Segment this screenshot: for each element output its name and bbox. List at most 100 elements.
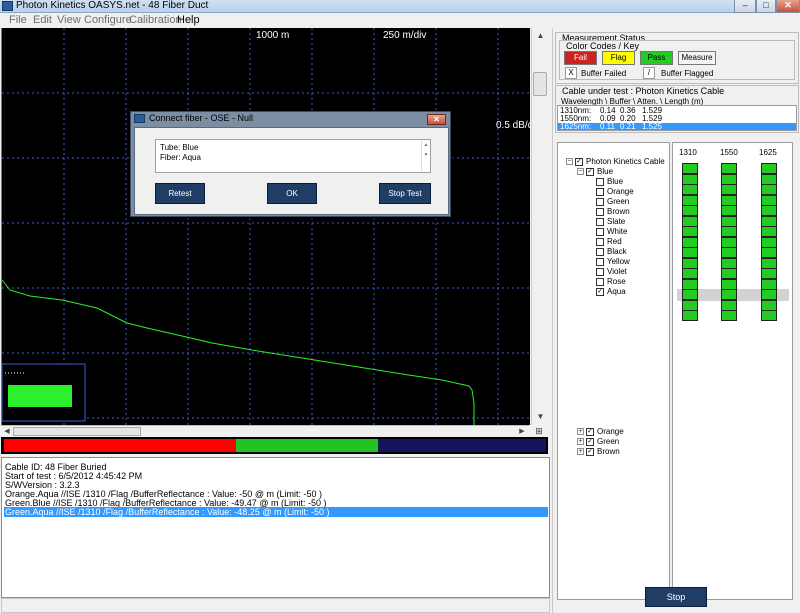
cable-tree[interactable]: − ✓ Photon Kinetics Cable − ✓ Blue Blue O…	[557, 142, 670, 600]
fiber-cell-pass[interactable]	[761, 268, 777, 279]
fiber-cell-pass[interactable]	[682, 163, 698, 174]
dialog-close-icon[interactable]: ✕	[427, 114, 446, 125]
checkbox-icon[interactable]	[596, 178, 604, 186]
graph-vscroll-thumb[interactable]	[533, 72, 547, 96]
fiber-cell-pass[interactable]	[682, 278, 698, 290]
fiber-cell-pass[interactable]	[761, 184, 777, 195]
fiber-cell-pass[interactable]	[682, 289, 698, 300]
menu-help[interactable]: Help	[177, 14, 200, 27]
fiber-cell-pass[interactable]	[761, 173, 777, 185]
checkbox-icon[interactable]	[596, 238, 604, 246]
log-horizontal-scrollbar[interactable]	[1, 598, 550, 613]
scroll-right-arrow-icon[interactable]: ▶	[516, 426, 528, 437]
fiber-cell-pass[interactable]	[761, 215, 777, 227]
expand-icon[interactable]: +	[577, 438, 584, 445]
fiber-cell-pass[interactable]	[721, 173, 737, 185]
close-button[interactable]: ✕	[776, 0, 800, 13]
checkbox-checked-icon[interactable]: ✓	[586, 448, 594, 456]
fiber-cell-pass[interactable]	[761, 236, 777, 248]
fiber-cell-pass[interactable]	[721, 247, 737, 258]
menu-file[interactable]: File	[9, 14, 27, 27]
fiber-cell-pass[interactable]	[682, 257, 698, 269]
checkbox-icon[interactable]	[596, 198, 604, 206]
fiber-cell-pass[interactable]	[682, 268, 698, 279]
fiber-cell-pass[interactable]	[721, 226, 737, 237]
collapse-icon[interactable]: −	[566, 158, 573, 165]
collapse-icon[interactable]: −	[577, 168, 584, 175]
checkbox-icon[interactable]	[596, 218, 604, 226]
fiber-cell-pass[interactable]	[682, 205, 698, 216]
fiber-cell-pass[interactable]	[761, 278, 777, 290]
fiber-cell-pass[interactable]	[682, 173, 698, 185]
fiber-cell-pass[interactable]	[682, 184, 698, 195]
fiber-cell-pass[interactable]	[721, 299, 737, 311]
fiber-status-grid[interactable]: 1310 1550 1625	[672, 142, 793, 600]
fiber-cell-pass[interactable]	[761, 289, 777, 300]
checkbox-icon[interactable]	[596, 188, 604, 196]
fiber-cell-pass[interactable]	[721, 236, 737, 248]
scroll-up-arrow-icon[interactable]: ▲	[532, 28, 549, 44]
fiber-cell-pass[interactable]	[761, 194, 777, 206]
checkbox-checked-icon[interactable]: ✓	[575, 158, 583, 166]
scroll-left-arrow-icon[interactable]: ◀	[1, 426, 13, 437]
fiber-cell-pass[interactable]	[682, 215, 698, 227]
fiber-cell-pass[interactable]	[761, 310, 777, 321]
fiber-cell-pass[interactable]	[682, 299, 698, 311]
cable-row-selected[interactable]: 1625nm: 0.11 0.21 1.525	[558, 123, 796, 130]
fiber-cell-pass[interactable]	[721, 310, 737, 321]
fiber-cell-pass[interactable]	[682, 226, 698, 237]
fiber-cell-pass[interactable]	[682, 310, 698, 321]
checkbox-icon[interactable]	[596, 248, 604, 256]
otdr-trace-canvas[interactable]	[2, 28, 530, 425]
otdr-graph[interactable]: 1000 m 250 m/div 0.5 dB/div	[1, 28, 530, 425]
fiber-cell-pass[interactable]	[682, 236, 698, 248]
expand-icon[interactable]: +	[577, 428, 584, 435]
fiber-cell-pass[interactable]	[721, 257, 737, 269]
checkbox-checked-icon[interactable]: ✓	[586, 438, 594, 446]
checkbox-checked-icon[interactable]: ✓	[586, 168, 594, 176]
checkbox-icon[interactable]	[596, 228, 604, 236]
checkbox-checked-icon[interactable]: ✓	[586, 428, 594, 436]
cable-row[interactable]: 1550nm: 0.09 0.20 1.529	[558, 115, 796, 123]
scroll-down-arrow-icon[interactable]: ▼	[532, 409, 549, 425]
fiber-cell-pass[interactable]	[721, 215, 737, 227]
checkbox-checked-icon[interactable]: ✓	[596, 288, 604, 296]
checkbox-icon[interactable]	[596, 258, 604, 266]
maximize-button[interactable]: □	[756, 0, 776, 13]
fiber-cell-pass[interactable]	[682, 194, 698, 206]
fiber-cell-pass[interactable]	[721, 268, 737, 279]
stop-test-button[interactable]: Stop Test	[379, 183, 431, 204]
minimize-button[interactable]: –	[734, 0, 756, 13]
fiber-cell-pass[interactable]	[761, 247, 777, 258]
fiber-cell-pass[interactable]	[761, 205, 777, 216]
checkbox-icon[interactable]	[596, 208, 604, 216]
menu-calibration[interactable]: Calibration	[129, 14, 182, 27]
fiber-cell-pass[interactable]	[721, 163, 737, 174]
cable-results-list[interactable]: 1310nm: 0.14 0.36 1.529 1550nm: 0.09 0.20 1.52…	[557, 105, 797, 131]
fiber-cell-pass[interactable]	[761, 226, 777, 237]
cable-row[interactable]: 1310nm: 0.14 0.36 1.529	[558, 107, 796, 115]
results-log[interactable]: Cable ID: 48 Fiber Buried Start of test …	[1, 457, 550, 598]
log-row-selected[interactable]: Green.Aqua //ISE /1310 /Flag /BufferRefl…	[4, 507, 548, 517]
fiber-cell-pass[interactable]	[721, 289, 737, 300]
fiber-cell-pass[interactable]	[721, 278, 737, 290]
expand-icon[interactable]: +	[577, 448, 584, 455]
message-scrollbar[interactable]: ▲ ▼	[421, 140, 430, 172]
fiber-cell-pass[interactable]	[761, 163, 777, 174]
fiber-cell-pass[interactable]	[761, 257, 777, 269]
graph-horizontal-scrollbar[interactable]: ◀ ▶	[1, 425, 529, 437]
resize-grip-icon[interactable]: ⊞	[532, 425, 546, 437]
fiber-cell-pass[interactable]	[682, 247, 698, 258]
graph-hscroll-thumb[interactable]	[13, 427, 141, 436]
fiber-cell-pass[interactable]	[721, 184, 737, 195]
retest-button[interactable]: Retest	[155, 183, 205, 204]
menu-view[interactable]: View	[57, 14, 81, 27]
fiber-cell-pass[interactable]	[721, 194, 737, 206]
graph-vertical-scrollbar[interactable]: ▲ ▼	[531, 28, 548, 425]
fiber-cell-pass[interactable]	[761, 299, 777, 311]
checkbox-icon[interactable]	[596, 268, 604, 276]
stop-button[interactable]: Stop	[645, 587, 707, 607]
fiber-cell-pass[interactable]	[721, 205, 737, 216]
menu-edit[interactable]: Edit	[33, 14, 52, 27]
menu-configure[interactable]: Configure	[84, 14, 132, 27]
